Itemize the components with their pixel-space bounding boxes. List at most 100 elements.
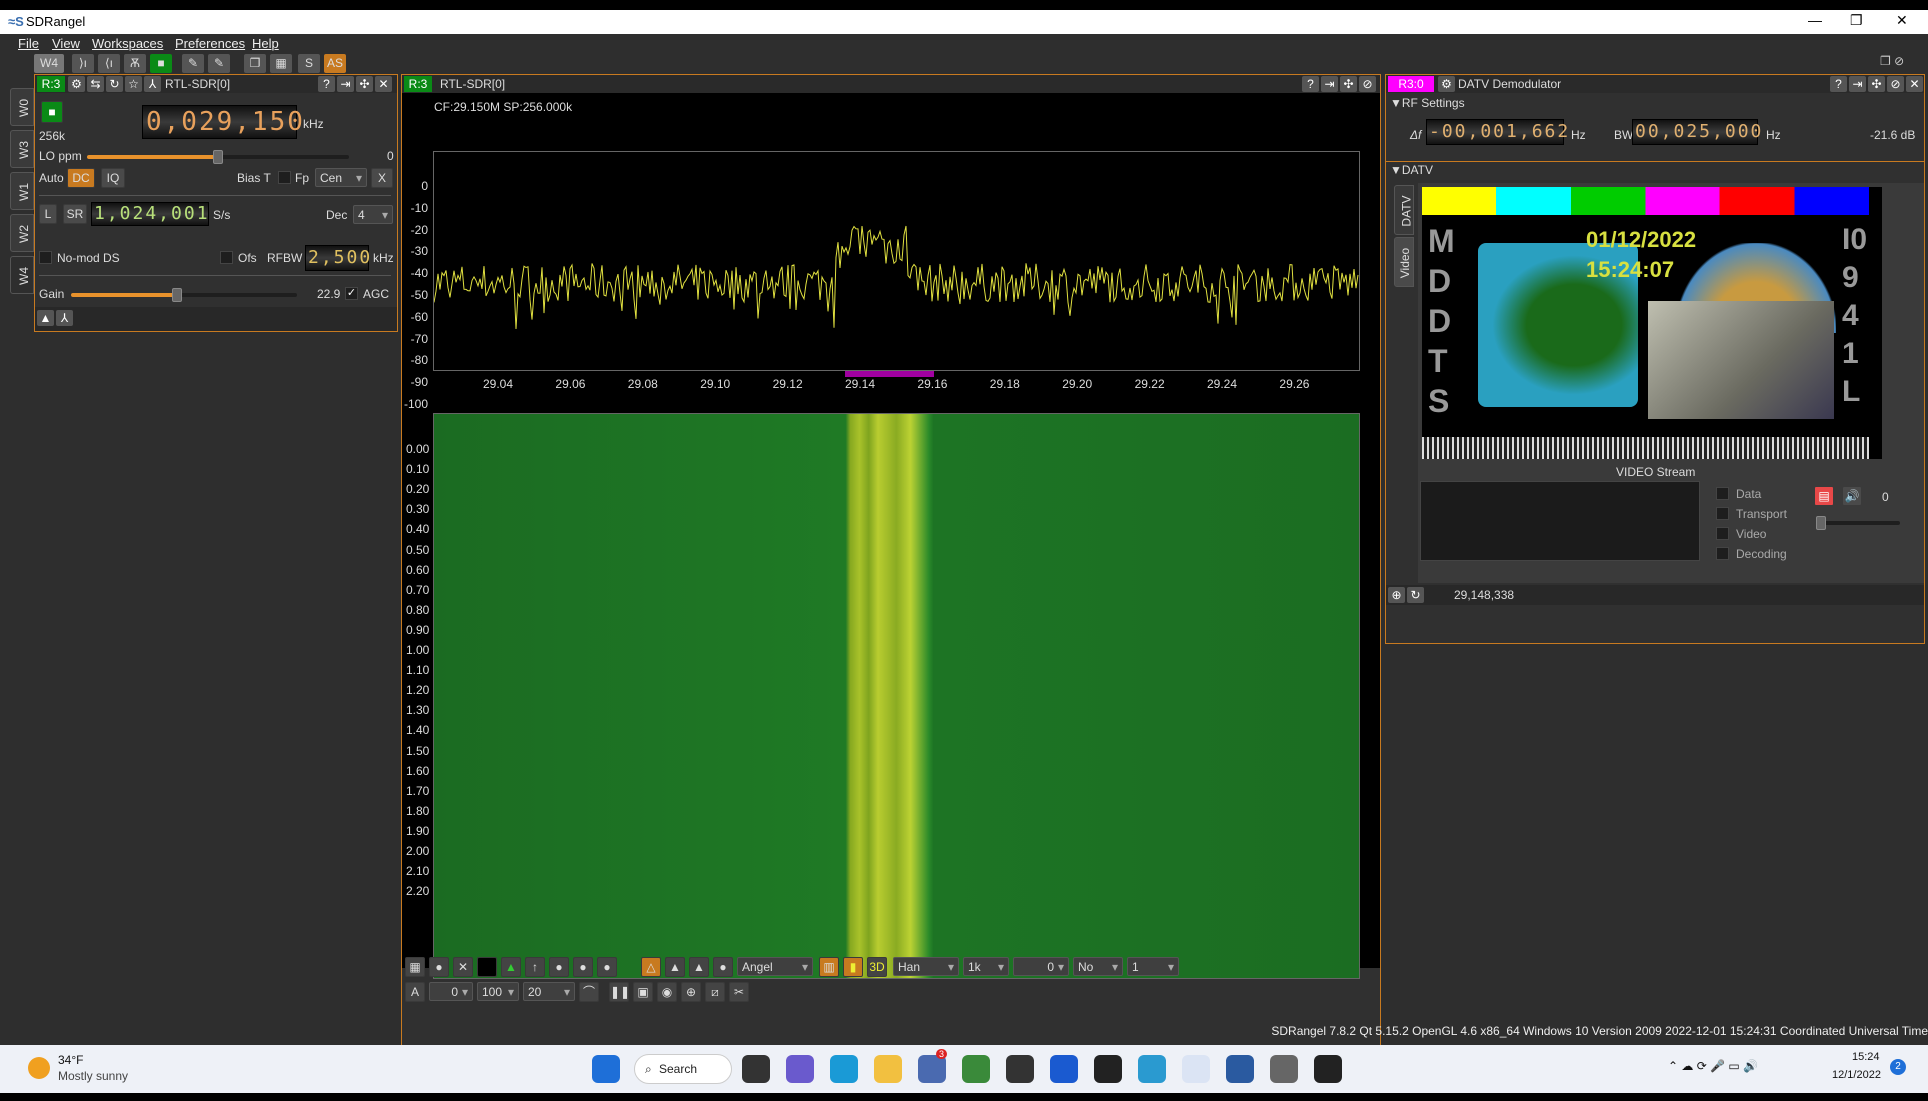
settings-icon[interactable]: ⚙ [1438, 76, 1455, 92]
iq-correction-button[interactable]: IQ [101, 168, 125, 188]
decay-icon[interactable]: ● [597, 957, 617, 977]
rf-settings-toggle[interactable]: ▼RF Settings [1390, 96, 1465, 110]
hide-icon[interactable]: ⊘ [1359, 76, 1376, 92]
nomod-ds-checkbox[interactable] [39, 251, 52, 264]
app-icon[interactable] [1226, 1055, 1254, 1083]
change-device-icon[interactable]: ⇆ [87, 76, 104, 92]
slider-handle[interactable] [1816, 516, 1826, 530]
pause-icon[interactable]: ❚❚ [609, 982, 630, 1002]
trace-intensity-icon[interactable]: ● [573, 957, 593, 977]
filezilla-icon[interactable] [1314, 1055, 1342, 1083]
dc-correction-button[interactable]: DC [67, 168, 95, 188]
teams-icon[interactable] [786, 1055, 814, 1083]
spectrogram-icon[interactable]: ▮ [843, 957, 863, 977]
l-button[interactable]: L [39, 204, 57, 224]
app-icon[interactable] [1050, 1055, 1078, 1083]
speaker-icon[interactable]: 🔊 [1842, 486, 1862, 506]
file-explorer-icon[interactable] [874, 1055, 902, 1083]
chrome-icon[interactable] [962, 1055, 990, 1083]
gradient-icon[interactable]: ↑ [525, 957, 545, 977]
3d-icon[interactable]: 3D [867, 957, 887, 977]
workspace-button[interactable]: W4 [34, 54, 64, 73]
channels-icon[interactable]: ⅄ [56, 310, 73, 326]
x-button[interactable]: X [371, 168, 393, 188]
tab-w4[interactable]: W4 [10, 256, 34, 294]
add-rx-device-icon[interactable]: ⟩ı [72, 54, 94, 73]
decoding-checkbox[interactable] [1716, 547, 1729, 560]
app-icon[interactable]: 3 [918, 1049, 948, 1083]
app-icon[interactable] [1270, 1055, 1298, 1083]
tab-w3[interactable]: W3 [10, 130, 34, 168]
record-icon[interactable]: ▤ [1814, 486, 1834, 506]
temperature[interactable]: 34°F [58, 1053, 83, 1067]
app-icon[interactable] [1138, 1055, 1166, 1083]
reference-level-spinbox[interactable]: 0 [429, 982, 473, 1001]
measure-icon[interactable]: ⧄ [705, 982, 725, 1002]
palette-select[interactable]: Angel [737, 957, 813, 976]
clear-icon[interactable]: ✕ [453, 957, 473, 977]
edge-icon[interactable] [830, 1055, 858, 1083]
undock-icon[interactable]: ⇥ [337, 76, 354, 92]
datv-section-toggle[interactable]: ▼DATV [1390, 163, 1433, 177]
volume-slider[interactable] [1816, 516, 1900, 530]
frequency-offset-dial[interactable]: -00,001,662 [1426, 119, 1568, 145]
current-icon[interactable]: ▲ [665, 957, 685, 977]
fft-overlap-spinbox[interactable]: 0 [1013, 957, 1069, 976]
linear-scale-icon[interactable]: ⌒ [579, 982, 599, 1002]
fp-select[interactable]: Cen [315, 168, 367, 187]
auto-stack-button[interactable]: AS [324, 54, 346, 73]
decay-stroke-icon[interactable]: ● [713, 957, 733, 977]
cascade-windows-icon[interactable]: ❐ [244, 54, 266, 73]
help-icon[interactable]: ? [1830, 76, 1847, 92]
shrink-icon[interactable]: ✣ [356, 76, 373, 92]
sdrangel-taskbar-icon[interactable] [1182, 1055, 1210, 1083]
close-panel-icon[interactable]: ✕ [375, 76, 392, 92]
calibration-icon[interactable]: ✂ [729, 982, 749, 1002]
intensity-icon[interactable]: ● [549, 957, 569, 977]
averaging-mode-select[interactable]: No [1073, 957, 1123, 976]
tab-video[interactable]: Video [1394, 237, 1414, 287]
workspace-undock-icon[interactable]: ❐ ⊘ [1880, 54, 1904, 68]
sample-rate-dial[interactable]: 1,024,001 [91, 202, 209, 226]
start-icon[interactable] [592, 1055, 620, 1083]
markers-icon[interactable]: ⊕ [681, 982, 701, 1002]
hide-icon[interactable]: ⊘ [1887, 76, 1904, 92]
menu-help[interactable]: Help [252, 36, 279, 51]
spectrum-icon[interactable]: ▲ [37, 310, 54, 326]
add-channel-icon[interactable]: ⅄ [144, 76, 161, 92]
ofs-checkbox[interactable] [220, 251, 233, 264]
notification-count[interactable]: 2 [1890, 1059, 1906, 1075]
shrink-icon[interactable]: ✣ [1868, 76, 1885, 92]
add-mimo-device-icon[interactable]: Ѫ [124, 54, 146, 73]
auto-scale-button[interactable]: A [405, 982, 425, 1002]
histogram-icon[interactable]: ▲ [689, 957, 709, 977]
spectrum-plot[interactable] [433, 151, 1360, 371]
broadcast-icon[interactable]: ◉ [657, 982, 677, 1002]
tab-w2[interactable]: W2 [10, 214, 34, 252]
fill-icon[interactable]: ▲ [501, 957, 521, 977]
add-feature-icon[interactable]: ✎ [182, 54, 204, 73]
help-icon[interactable]: ? [1302, 76, 1319, 92]
minimize-button[interactable]: — [1808, 12, 1822, 28]
bias-t-checkbox[interactable] [278, 171, 291, 184]
help-icon[interactable]: ? [318, 76, 335, 92]
center-frequency-dial[interactable]: 0,029,150 [142, 105, 303, 139]
video-checkbox[interactable] [1716, 527, 1729, 540]
stop-icon[interactable]: ■ [150, 54, 172, 73]
system-tray-icons[interactable]: ⌃ ☁ ⟳ 🎤 ▭ 🔊 [1668, 1059, 1758, 1073]
tile-windows-icon[interactable]: ▦ [270, 54, 292, 73]
start-stop-button[interactable]: ■ [41, 101, 63, 123]
fps-select[interactable]: 20 [523, 982, 575, 1001]
app-icon[interactable] [1006, 1055, 1034, 1083]
menu-workspaces[interactable]: Workspaces [92, 36, 163, 51]
fft-size-select[interactable]: 1k [963, 957, 1009, 976]
obs-icon[interactable] [1094, 1055, 1122, 1083]
device-link-icon[interactable]: ↻ [1407, 587, 1424, 603]
averaging-select[interactable]: 1 [1127, 957, 1179, 976]
undock-icon[interactable]: ⇥ [1849, 76, 1866, 92]
add-tx-device-icon[interactable]: ⟨ı [98, 54, 120, 73]
bandwidth-dial[interactable]: 00,025,000 [1632, 119, 1761, 145]
menu-preferences[interactable]: Preferences [175, 36, 245, 51]
max-hold-icon[interactable]: △ [641, 957, 661, 977]
decimation-select[interactable]: 4 [353, 205, 393, 224]
